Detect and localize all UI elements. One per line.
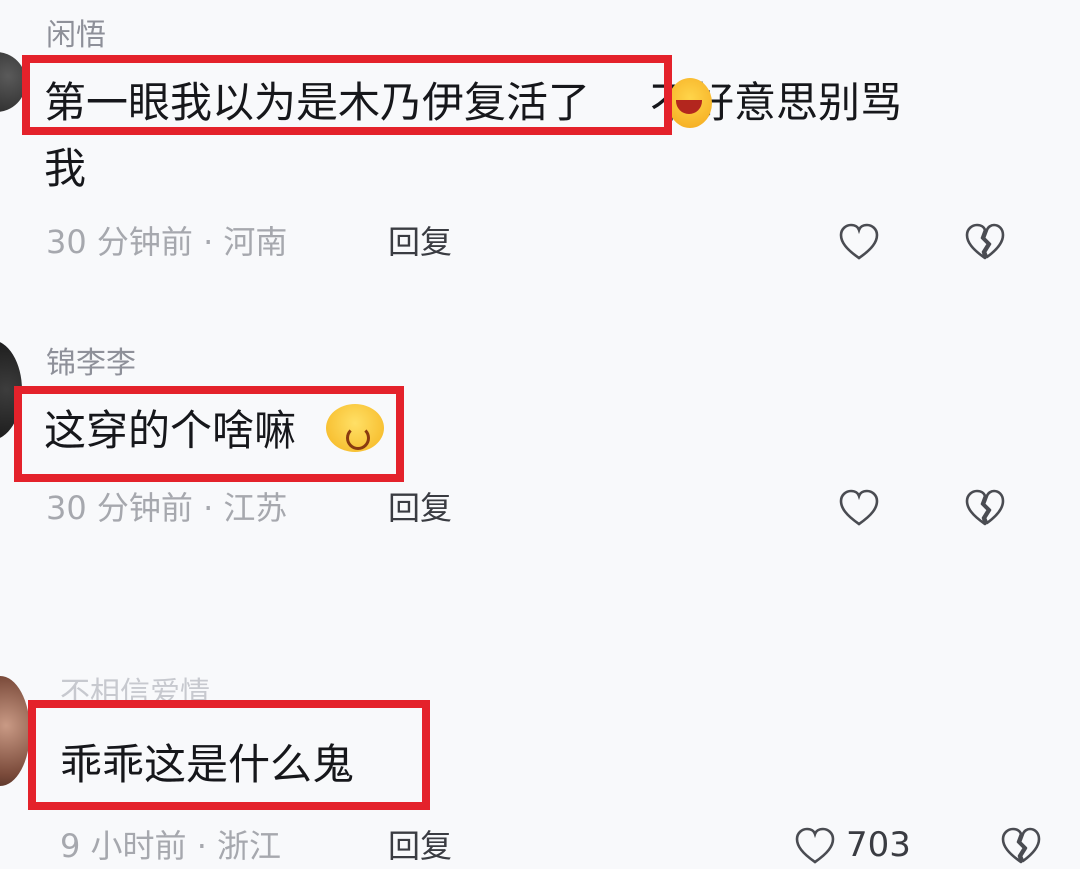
heart-outline-icon[interactable]: [838, 488, 880, 528]
comment-text-highlighted: 第一眼我以为是木乃伊复活了: [44, 78, 591, 127]
shy-emoji-icon: [326, 404, 384, 452]
comment-username[interactable]: 锦李李: [46, 346, 136, 382]
comment-meta: 30 分钟前 · 江苏: [46, 489, 288, 527]
reply-button[interactable]: 回复: [388, 488, 452, 528]
comment-meta: 30 分钟前 · 河南: [46, 223, 288, 261]
laughing-emoji-icon: [668, 78, 712, 128]
reply-button[interactable]: 回复: [388, 222, 452, 262]
broken-heart-icon[interactable]: [1000, 826, 1042, 866]
comment-text: 第一眼我以为是木乃伊复活了 不好意思别骂: [44, 72, 902, 134]
comment-username[interactable]: 不相信爱情: [60, 676, 210, 712]
comment-list: 闲悟 第一眼我以为是木乃伊复活了 不好意思别骂 我 30 分钟前 · 河南 回复 …: [0, 0, 1080, 869]
comment-username[interactable]: 闲悟: [46, 18, 106, 54]
comment-text: 这穿的个啥嘛: [44, 406, 297, 455]
heart-outline-icon[interactable]: [794, 826, 836, 866]
avatar[interactable]: [0, 52, 26, 112]
avatar[interactable]: [0, 676, 30, 786]
comment-meta: 9 小时前 · 浙江: [60, 827, 282, 865]
broken-heart-icon[interactable]: [964, 488, 1006, 528]
reply-button[interactable]: 回复: [388, 826, 452, 866]
like-count: 703: [846, 825, 911, 865]
comment-text-line2: 我: [44, 144, 87, 193]
broken-heart-icon[interactable]: [964, 222, 1006, 262]
avatar[interactable]: [0, 340, 22, 440]
heart-outline-icon[interactable]: [838, 222, 880, 262]
comment-text: 乖乖这是什么鬼: [60, 740, 355, 789]
